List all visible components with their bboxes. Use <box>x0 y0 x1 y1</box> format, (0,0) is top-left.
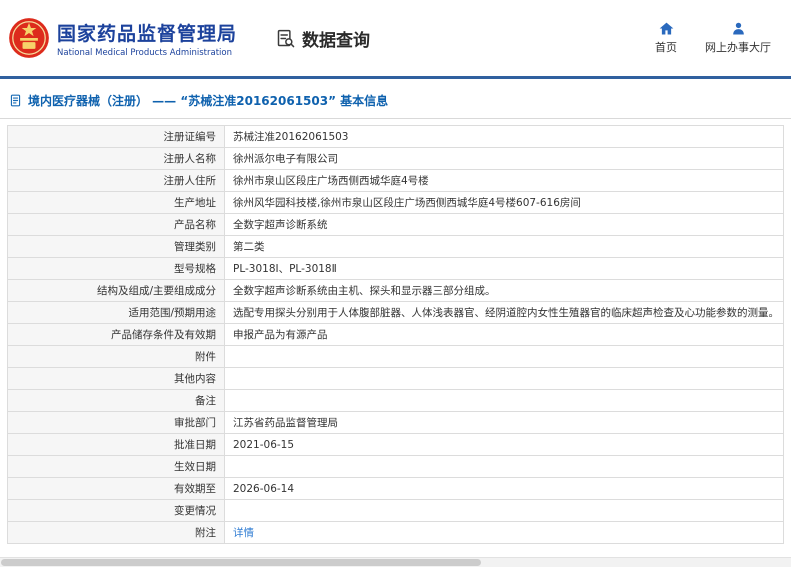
row-label: 产品储存条件及有效期 <box>7 323 225 346</box>
row-value: 徐州风华园科技楼,徐州市泉山区段庄广场西侧西城华庭4号楼607-616房间 <box>224 191 784 214</box>
row-label: 结构及组成/主要组成成分 <box>7 279 225 302</box>
detail-table: 注册证编号 苏械注准20162061503 注册人名称 徐州派尔电子有限公司 注册人住所… <box>7 125 784 544</box>
row-label: 附注 <box>7 521 225 544</box>
table-row: 其他内容 <box>7 367 784 390</box>
row-value: 全数字超声诊断系统 <box>224 213 784 236</box>
table-row: 备注 <box>7 389 784 412</box>
row-label: 备注 <box>7 389 225 412</box>
nav-home[interactable]: 首页 <box>655 21 677 55</box>
row-label: 附件 <box>7 345 225 368</box>
row-label: 变更情况 <box>7 499 225 522</box>
nav-home-label: 首页 <box>655 41 677 54</box>
page-title: 境内医疗器械（注册） —— “苏械注准20162061503” 基本信息 <box>0 79 791 119</box>
table-row: 注册人住所 徐州市泉山区段庄广场西侧西城华庭4号楼 <box>7 169 784 192</box>
row-label: 注册人名称 <box>7 147 225 170</box>
data-query-icon <box>275 28 296 49</box>
row-label: 审批部门 <box>7 411 225 434</box>
row-label: 有效期至 <box>7 477 225 500</box>
table-row: 附件 <box>7 345 784 368</box>
row-value: 选配专用探头分别用于人体腹部脏器、人体浅表器官、经阴道腔内女性生殖器官的临床超声… <box>224 301 784 324</box>
site-header: 国家药品监督管理局 National Medical Products Admi… <box>0 0 791 76</box>
home-icon <box>659 21 674 36</box>
row-value: 全数字超声诊断系统由主机、探头和显示器三部分组成。 <box>224 279 784 302</box>
user-icon <box>731 21 746 36</box>
nav-service-hall[interactable]: 网上办事大厅 <box>705 21 771 55</box>
row-label: 注册人住所 <box>7 169 225 192</box>
row-value: 第二类 <box>224 235 784 258</box>
horizontal-scrollbar[interactable] <box>0 557 791 567</box>
table-row: 适用范围/预期用途 选配专用探头分别用于人体腹部脏器、人体浅表器官、经阴道腔内女性… <box>7 301 784 324</box>
org-name-en: National Medical Products Administration <box>57 47 232 58</box>
table-row: 生效日期 <box>7 455 784 478</box>
detail-link[interactable]: 详情 <box>233 527 254 539</box>
row-value <box>224 499 784 522</box>
data-query-title: 数据查询 <box>275 26 370 51</box>
org-name: 国家药品监督管理局 <box>57 22 238 45</box>
table-row: 型号规格 PL-3018Ⅰ、PL-3018Ⅱ <box>7 257 784 280</box>
row-label: 生效日期 <box>7 455 225 478</box>
table-row: 生产地址 徐州风华园科技楼,徐州市泉山区段庄广场西侧西城华庭4号楼607-616房… <box>7 191 784 214</box>
table-row: 注册人名称 徐州派尔电子有限公司 <box>7 147 784 170</box>
table-row: 审批部门 江苏省药品监督管理局 <box>7 411 784 434</box>
row-value: 详情 <box>224 521 784 544</box>
table-row: 结构及组成/主要组成成分 全数字超声诊断系统由主机、探头和显示器三部分组成。 <box>7 279 784 302</box>
row-label: 注册证编号 <box>7 125 225 148</box>
row-value: 徐州市泉山区段庄广场西侧西城华庭4号楼 <box>224 169 784 192</box>
data-query-label: 数据查询 <box>302 30 371 51</box>
top-nav: 首页 网上办事大厅 <box>655 21 775 55</box>
row-value: 徐州派尔电子有限公司 <box>224 147 784 170</box>
row-value: 2026-06-14 <box>224 477 784 500</box>
table-row: 产品名称 全数字超声诊断系统 <box>7 213 784 236</box>
row-value: PL-3018Ⅰ、PL-3018Ⅱ <box>224 257 784 280</box>
table-row: 变更情况 <box>7 499 784 522</box>
row-label: 适用范围/预期用途 <box>7 301 225 324</box>
row-value: 申报产品为有源产品 <box>224 323 784 346</box>
row-value <box>224 367 784 390</box>
row-label: 管理类别 <box>7 235 225 258</box>
page-title-text: 境内医疗器械（注册） —— “苏械注准20162061503” 基本信息 <box>28 94 389 108</box>
main-content: 境内医疗器械（注册） —— “苏械注准20162061503” 基本信息 注册证… <box>0 79 791 544</box>
table-row: 注册证编号 苏械注准20162061503 <box>7 125 784 148</box>
scrollbar-thumb[interactable] <box>1 559 481 566</box>
row-label: 生产地址 <box>7 191 225 214</box>
row-value: 苏械注准20162061503 <box>224 125 784 148</box>
row-value: 江苏省药品监督管理局 <box>224 411 784 434</box>
row-value: 2021-06-15 <box>224 433 784 456</box>
row-label: 其他内容 <box>7 367 225 390</box>
row-value <box>224 345 784 368</box>
document-icon <box>9 94 22 107</box>
row-label: 产品名称 <box>7 213 225 236</box>
national-emblem-icon <box>8 15 50 61</box>
row-label: 批准日期 <box>7 433 225 456</box>
row-value <box>224 455 784 478</box>
row-value <box>224 389 784 412</box>
row-label: 型号规格 <box>7 257 225 280</box>
table-row: 附注 详情 <box>7 521 784 544</box>
table-row: 有效期至 2026-06-14 <box>7 477 784 500</box>
table-row: 产品储存条件及有效期 申报产品为有源产品 <box>7 323 784 346</box>
nav-service-hall-label: 网上办事大厅 <box>705 41 771 54</box>
table-row: 批准日期 2021-06-15 <box>7 433 784 456</box>
detail-table-wrap: 注册证编号 苏械注准20162061503 注册人名称 徐州派尔电子有限公司 注册人住所… <box>0 119 791 544</box>
brand-logo[interactable]: 国家药品监督管理局 National Medical Products Admi… <box>8 15 237 61</box>
table-row: 管理类别 第二类 <box>7 235 784 258</box>
